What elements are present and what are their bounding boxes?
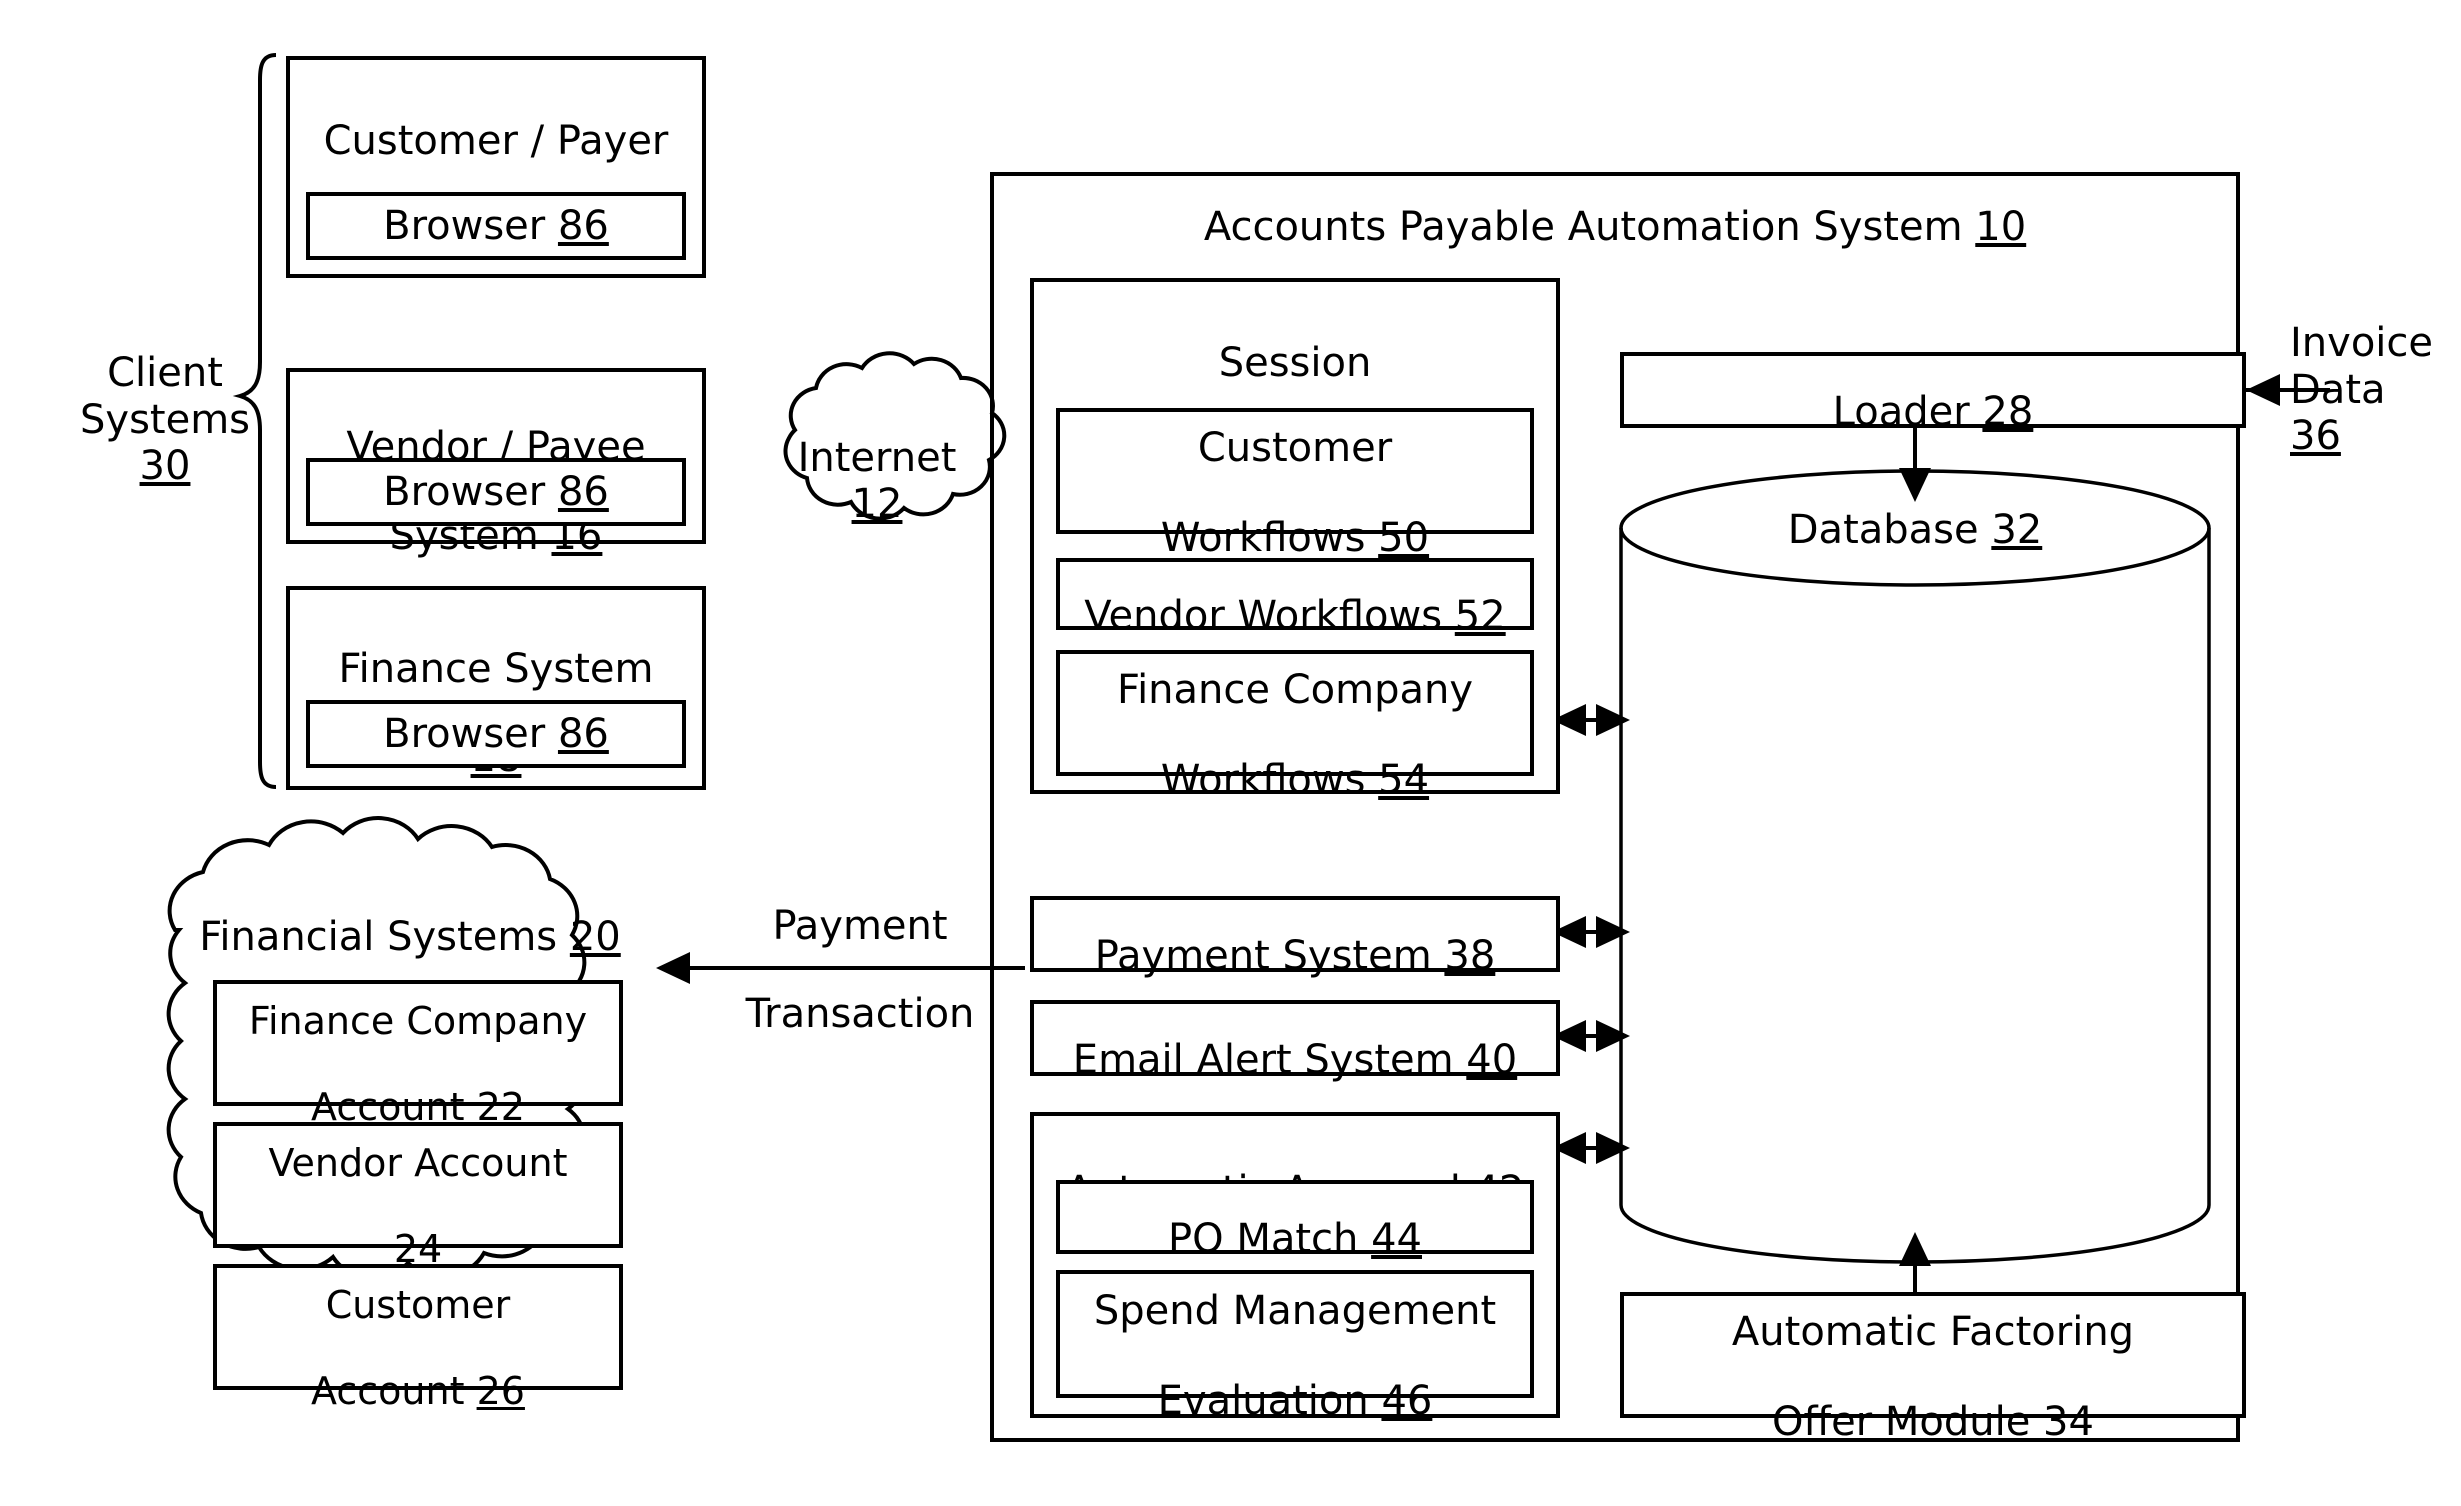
accounts-payable-automation-system-title: Accounts Payable Automation System 10 (1050, 200, 2180, 254)
automatic-factoring-offer-module-box[interactable]: Automatic Factoring Offer Module 34 (1620, 1292, 2246, 1444)
invoice-data-label: Invoice Data 36 (2290, 300, 2460, 480)
automatic-factoring-offer-module-label: Automatic Factoring Offer Module 34 (1731, 1309, 2135, 1445)
database-label-text: Database 32 (1787, 506, 2043, 553)
po-match-box[interactable]: PO Match 44 (1056, 1180, 1534, 1261)
finance-system-browser-box[interactable]: Browser 86 (306, 700, 686, 768)
payment-transaction-line2: Transaction (745, 991, 975, 1037)
spend-management-evaluation-label: Spend Management Evaluation 46 (1093, 1288, 1497, 1424)
finance-company-workflows-box[interactable]: Finance Company Workflows 54 (1056, 650, 1534, 802)
figure-canvas: Client Systems 30 Customer / Payer Syste… (0, 0, 2461, 1506)
internet-cloud-label: Internet 12 (762, 426, 992, 536)
client-systems-label-line1: Client (107, 350, 223, 397)
loader-label: Loader 28 (1832, 389, 2034, 435)
finance-company-workflows-label: Finance Company Workflows 54 (1116, 667, 1474, 803)
invoice-data-ref: 36 (2290, 413, 2341, 460)
vendor-payee-browser-box[interactable]: Browser 86 (306, 458, 686, 526)
email-alert-system-box[interactable]: Email Alert System 40 (1030, 1000, 1560, 1082)
customer-workflows-box[interactable]: Customer Workflows 50 (1056, 408, 1534, 560)
payment-transaction-line1: Payment (772, 902, 948, 949)
email-alert-system-label: Email Alert System 40 (1072, 1037, 1518, 1083)
customer-workflows-label: Customer Workflows 50 (1160, 425, 1430, 561)
invoice-data-line2: Data (2290, 366, 2386, 413)
vendor-account-box[interactable]: Vendor Account 24 (213, 1122, 623, 1270)
client-systems-bracket-label: Client Systems 30 (70, 345, 260, 495)
finance-company-account-box[interactable]: Finance Company Account 22 (213, 980, 623, 1128)
customer-payer-browser-box[interactable]: Browser 86 (306, 192, 686, 260)
financial-systems-label-text: Financial Systems 20 (199, 913, 621, 960)
database-label: Database 32 (1680, 505, 2150, 555)
spend-management-evaluation-box[interactable]: Spend Management Evaluation 46 (1056, 1270, 1534, 1423)
customer-account-label: Customer Account 26 (311, 1283, 525, 1413)
payment-transaction-label: Payment Transaction (700, 880, 1020, 1060)
vendor-workflows-box[interactable]: Vendor Workflows 52 (1056, 558, 1534, 638)
internet-label-ref: 12 (851, 481, 903, 527)
internet-label-text: Internet (797, 434, 957, 481)
customer-account-box[interactable]: Customer Account 26 (213, 1264, 623, 1412)
vendor-payee-browser-label: Browser 86 (383, 468, 609, 515)
payment-system-box[interactable]: Payment System 38 (1030, 896, 1560, 978)
client-systems-label-ref: 30 (139, 443, 191, 490)
loader-box[interactable]: Loader 28 (1620, 352, 2246, 434)
aps-title-text: Accounts Payable Automation System 10 (1203, 203, 2027, 250)
payment-system-label: Payment System 38 (1094, 933, 1496, 979)
finance-system-browser-label: Browser 86 (383, 710, 609, 757)
financial-systems-label: Financial Systems 20 (170, 910, 650, 964)
client-systems-label-line2: Systems (80, 396, 250, 443)
customer-payer-browser-label: Browser 86 (383, 202, 609, 249)
invoice-data-line1: Invoice (2290, 320, 2434, 367)
